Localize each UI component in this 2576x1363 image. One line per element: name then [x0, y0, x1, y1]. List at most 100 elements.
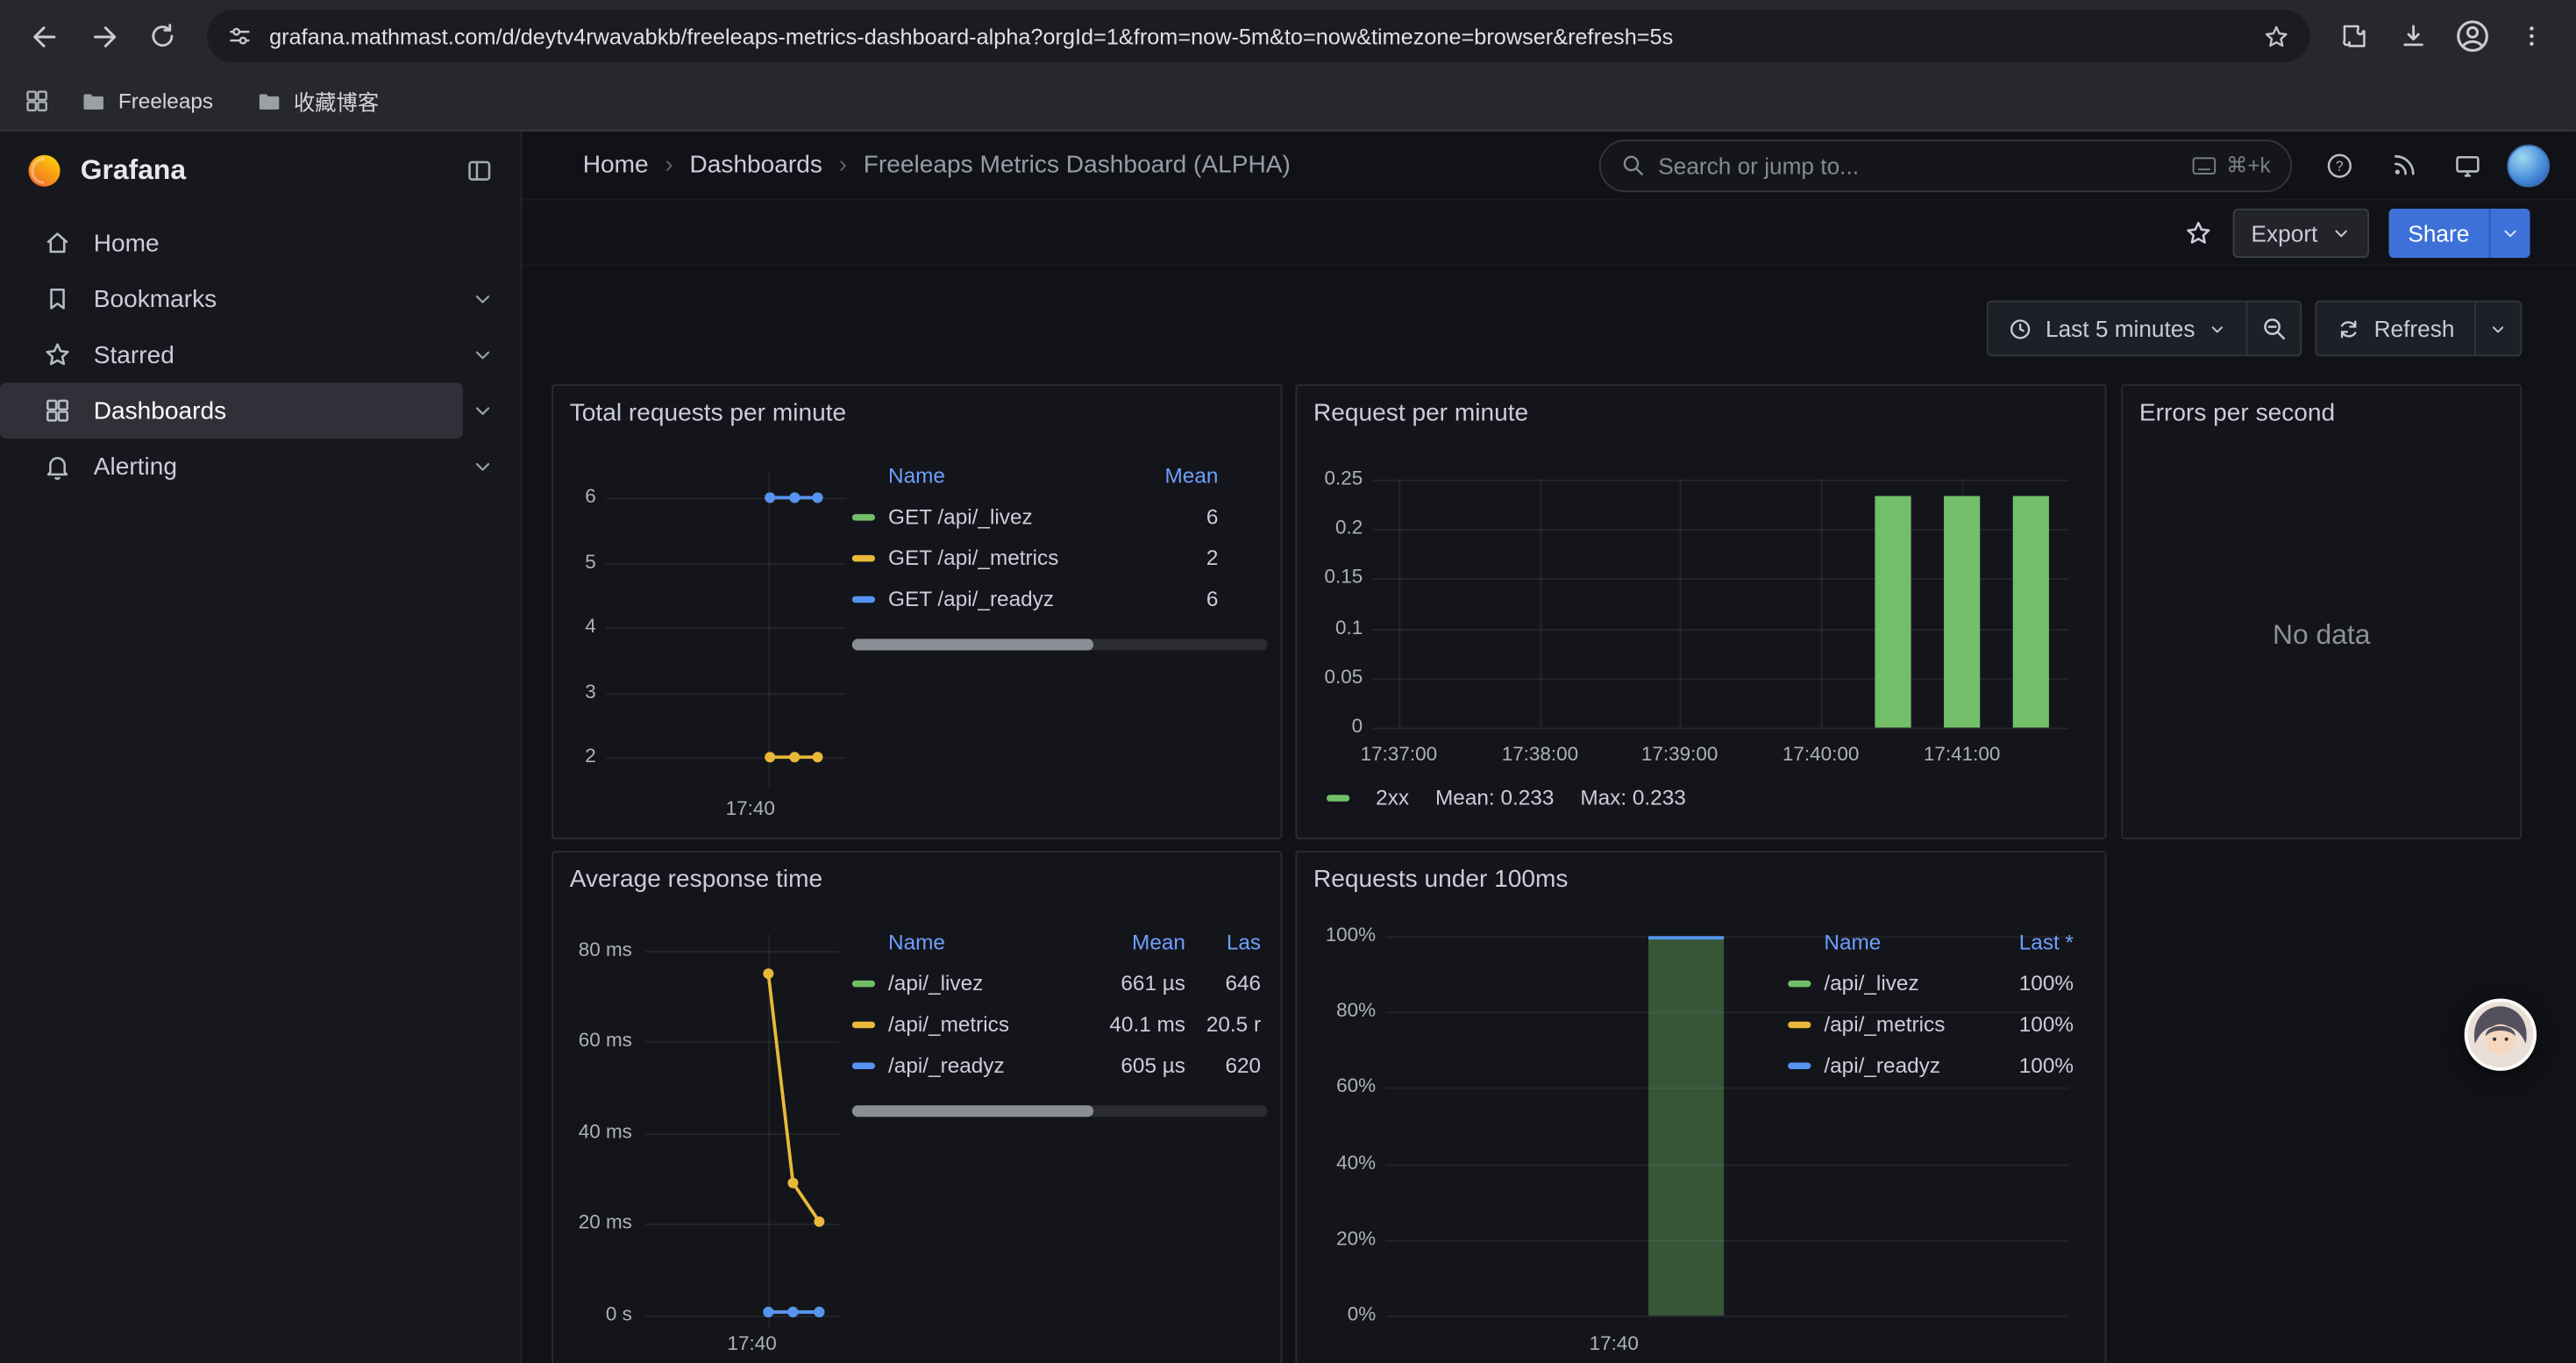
- bar[interactable]: [1648, 936, 1724, 1316]
- bar[interactable]: [1944, 496, 1980, 728]
- sidebar-item-home[interactable]: Home: [0, 215, 521, 271]
- legend-series-name: /api/_readyz: [1824, 1053, 1991, 1077]
- bookmark-star-icon[interactable]: [2262, 22, 2290, 50]
- search-shortcut: ⌘+k: [2192, 152, 2271, 178]
- forward-button[interactable]: [75, 8, 132, 64]
- legend-header-stat[interactable]: Mean: [1084, 930, 1185, 954]
- legend-row[interactable]: /api/_livez100%: [1788, 962, 2074, 1003]
- legend-header-stat[interactable]: Last *: [1991, 930, 2074, 954]
- panel-title[interactable]: Request per minute: [1313, 399, 1528, 427]
- grafana-logo[interactable]: [26, 153, 62, 189]
- profile-button[interactable]: [2444, 8, 2501, 64]
- legend-header-name[interactable]: Name: [888, 930, 1084, 954]
- chart-request-per-minute[interactable]: 0.250.20.150.10.05017:37:0017:38:0017:39…: [1297, 386, 2104, 838]
- legend-scrollbar-thumb[interactable]: [852, 639, 1093, 650]
- url-input[interactable]: [269, 24, 2246, 48]
- time-range-picker[interactable]: Last 5 minutes: [1988, 303, 2245, 355]
- arrow-left-icon: [29, 20, 60, 52]
- legend-series-name: 2xx: [1376, 785, 1409, 810]
- assistant-avatar[interactable]: [2465, 998, 2537, 1070]
- url-bar[interactable]: [207, 10, 2310, 62]
- legend-row[interactable]: /api/_metrics100%: [1788, 1003, 2074, 1045]
- x-tick-label: 17:41:00: [1904, 742, 2019, 765]
- legend-series-name: /api/_readyz: [888, 1053, 1084, 1077]
- dock-sidebar-button[interactable]: [465, 156, 495, 186]
- breadcrumb-dashboards[interactable]: Dashboards: [689, 151, 822, 179]
- legend-item[interactable]: 2xx: [1327, 785, 1409, 810]
- x-gridline: [1680, 480, 1682, 728]
- user-avatar[interactable]: [2507, 144, 2550, 187]
- downloads-button[interactable]: [2386, 8, 2442, 64]
- sidebar-item-alerting[interactable]: Alerting: [0, 439, 521, 495]
- chart-total-requests-per-minute[interactable]: 6543217:40NameMeanGET /api/_livez6GET /a…: [553, 386, 1281, 838]
- legend-scrollbar[interactable]: [852, 639, 1268, 650]
- export-button[interactable]: Export: [2233, 208, 2368, 257]
- series-color-icon: [852, 1021, 875, 1027]
- x-tick-label: 17:39:00: [1622, 742, 1737, 765]
- reload-button[interactable]: [135, 8, 191, 64]
- panel-title[interactable]: Requests under 100ms: [1313, 866, 1568, 894]
- legend-row[interactable]: /api/_livez661 µs646: [852, 962, 1268, 1003]
- refresh-interval-button[interactable]: [2474, 303, 2520, 355]
- legend-series-name: GET /api/_livez: [888, 504, 1128, 529]
- bar[interactable]: [2013, 496, 2049, 728]
- chevron-down-icon[interactable]: [471, 399, 494, 422]
- home-icon: [43, 228, 73, 258]
- site-settings-icon[interactable]: [226, 23, 253, 49]
- puzzle-icon: [2339, 21, 2369, 51]
- browser-toolbar: [0, 0, 2576, 72]
- legend-header-name[interactable]: Name: [888, 463, 1128, 488]
- series-color-icon: [852, 513, 875, 519]
- search-box[interactable]: ⌘+k: [1599, 139, 2292, 191]
- help-button[interactable]: ?: [2315, 140, 2364, 189]
- refresh-button[interactable]: Refresh: [2316, 303, 2474, 355]
- legend-row[interactable]: GET /api/_readyz6: [852, 578, 1268, 619]
- legend-header-stat[interactable]: Mean: [1128, 463, 1218, 488]
- legend-header-name[interactable]: Name: [1824, 930, 1991, 954]
- folder-icon: [81, 88, 107, 114]
- legend-row[interactable]: /api/_readyz605 µs620: [852, 1045, 1268, 1086]
- zoom-out-button[interactable]: [2246, 303, 2301, 355]
- legend-scrollbar[interactable]: [852, 1105, 1268, 1117]
- panel-title[interactable]: Total requests per minute: [570, 399, 846, 427]
- panel-title[interactable]: Average response time: [570, 866, 822, 894]
- share-dropdown-button[interactable]: [2489, 208, 2530, 257]
- display-button[interactable]: [2443, 140, 2492, 189]
- x-tick-label: 17:40:00: [1763, 742, 1878, 765]
- legend-scrollbar-thumb[interactable]: [852, 1105, 1093, 1117]
- extensions-button[interactable]: [2326, 8, 2382, 64]
- menu-button[interactable]: [2504, 8, 2560, 64]
- bar[interactable]: [1875, 496, 1911, 728]
- back-button[interactable]: [17, 8, 73, 64]
- news-rss-button[interactable]: [2379, 140, 2428, 189]
- legend-row[interactable]: /api/_metrics40.1 ms20.5 r: [852, 1003, 1268, 1045]
- sidebar-item-dashboards[interactable]: Dashboards: [0, 382, 521, 439]
- bookmark-folder-freeleaps[interactable]: Freeleaps: [68, 82, 226, 121]
- chevron-down-icon[interactable]: [471, 343, 494, 366]
- chevron-down-icon[interactable]: [471, 455, 494, 478]
- favorite-dashboard-button[interactable]: [2184, 218, 2214, 247]
- legend-row[interactable]: GET /api/_metrics2: [852, 537, 1268, 578]
- chart-requests-under-100ms[interactable]: 100%80%60%40%20%0%17:40NameLast */api/_l…: [1297, 853, 2104, 1363]
- panel-legend: NameLast * /api/_livez100%/api/_metrics10…: [1788, 921, 2074, 1085]
- breadcrumb-home[interactable]: Home: [583, 151, 649, 179]
- y-gridline: [1385, 1316, 2068, 1317]
- sidebar-item-starred[interactable]: Starred: [0, 327, 521, 383]
- sidebar-item-bookmarks[interactable]: Bookmarks: [0, 271, 521, 327]
- y-gridline: [1372, 480, 2068, 482]
- legend-header-stat[interactable]: Las: [1185, 930, 1261, 954]
- legend-row[interactable]: /api/_readyz100%: [1788, 1045, 2074, 1086]
- search-input[interactable]: [1658, 152, 2178, 178]
- apps-grid-icon[interactable]: [23, 87, 51, 115]
- panel-title[interactable]: Errors per second: [2139, 399, 2335, 427]
- series-color-icon: [1788, 1062, 1811, 1068]
- chevron-down-icon[interactable]: [471, 288, 494, 310]
- panel-legend: NameMean GET /api/_livez6GET /api/_metric…: [852, 455, 1268, 651]
- chart-errors-per-second[interactable]: No data: [2123, 386, 2520, 838]
- chart-average-response-time[interactable]: 80 ms60 ms40 ms20 ms0 s17:40NameMeanLas/…: [553, 853, 1281, 1363]
- legend-row[interactable]: GET /api/_livez6: [852, 496, 1268, 538]
- bookmark-folder-blogs[interactable]: 收藏博客: [243, 79, 392, 124]
- sidebar-item-label: Dashboards: [94, 396, 226, 425]
- share-button[interactable]: Share: [2388, 208, 2530, 257]
- sidebar-item-label: Starred: [94, 341, 174, 369]
